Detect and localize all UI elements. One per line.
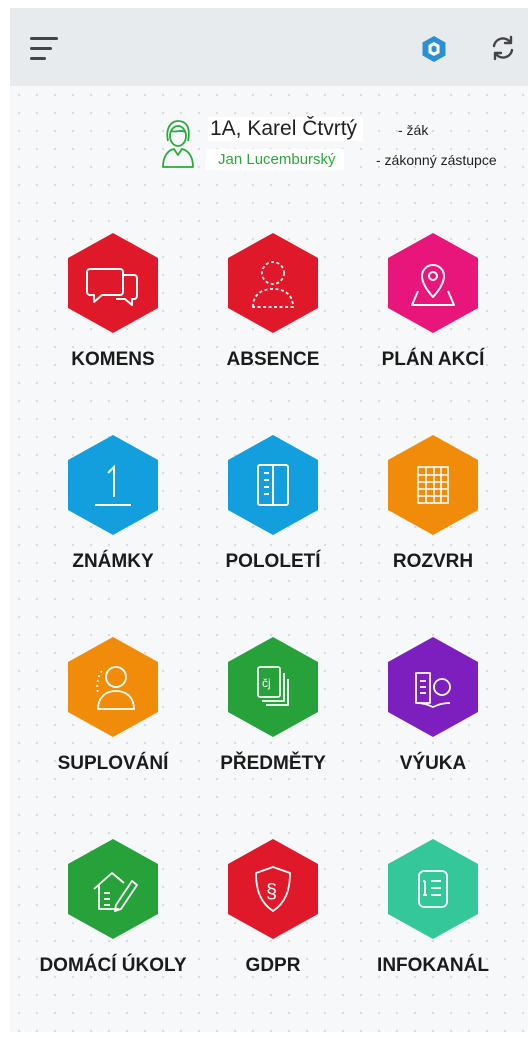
tile-label: INFOKANÁL <box>377 955 489 976</box>
rozvrh-hex <box>388 435 478 535</box>
komens-hex <box>68 233 158 333</box>
absence-hex <box>228 233 318 333</box>
infokanal-hex <box>388 839 478 939</box>
tile-pololeti[interactable]: POLOLETÍ <box>188 435 358 585</box>
svg-text:čj: čj <box>262 676 271 690</box>
refresh-icon[interactable] <box>490 35 516 61</box>
tile-plan-akci[interactable]: PLÁN AKCÍ <box>348 233 518 383</box>
tile-label: VÝUKA <box>399 753 467 774</box>
student-role: - žák <box>398 122 429 138</box>
top-app-bar <box>10 8 528 86</box>
tile-domaci-ukoly[interactable]: DOMÁCÍ ÚKOLY <box>28 839 198 989</box>
tile-znamky[interactable]: ZNÁMKY <box>28 435 198 585</box>
plan-akci-hex <box>388 233 478 333</box>
student-name: 1A, Karel Čtvrtý <box>208 117 364 141</box>
tile-infokanal[interactable]: INFOKANÁL <box>348 839 518 989</box>
bakalari-logo-icon[interactable] <box>420 35 448 63</box>
svg-text:§: § <box>266 881 277 903</box>
pololeti-hex <box>228 435 318 535</box>
tile-label: ROZVRH <box>392 551 474 572</box>
tile-gdpr[interactable]: § GDPR <box>188 839 358 989</box>
znamky-hex <box>68 435 158 535</box>
tile-komens[interactable]: KOMENS <box>28 233 198 383</box>
vyuka-hex <box>388 637 478 737</box>
guardian-name[interactable]: Jan Lucemburský <box>206 149 344 170</box>
hamburger-icon[interactable] <box>30 37 60 61</box>
guardian-role: - zákonný zástupce <box>376 152 497 168</box>
suplovani-hex <box>68 637 158 737</box>
tile-absence[interactable]: ABSENCE <box>188 233 358 383</box>
tile-predmety[interactable]: čj PŘEDMĚTY <box>188 637 358 787</box>
user-info: 1A, Karel Čtvrtý - žák Jan Lucemburský -… <box>160 117 528 175</box>
tile-label: PLÁN AKCÍ <box>381 349 485 370</box>
student-avatar-icon <box>162 120 194 168</box>
gdpr-hex: § <box>228 839 318 939</box>
domaci-ukoly-hex <box>68 839 158 939</box>
tile-vyuka[interactable]: VÝUKA <box>348 637 518 787</box>
tile-suplovani[interactable]: SUPLOVÁNÍ <box>28 637 198 787</box>
tile-rozvrh[interactable]: ROZVRH <box>348 435 518 585</box>
predmety-hex: čj <box>228 637 318 737</box>
